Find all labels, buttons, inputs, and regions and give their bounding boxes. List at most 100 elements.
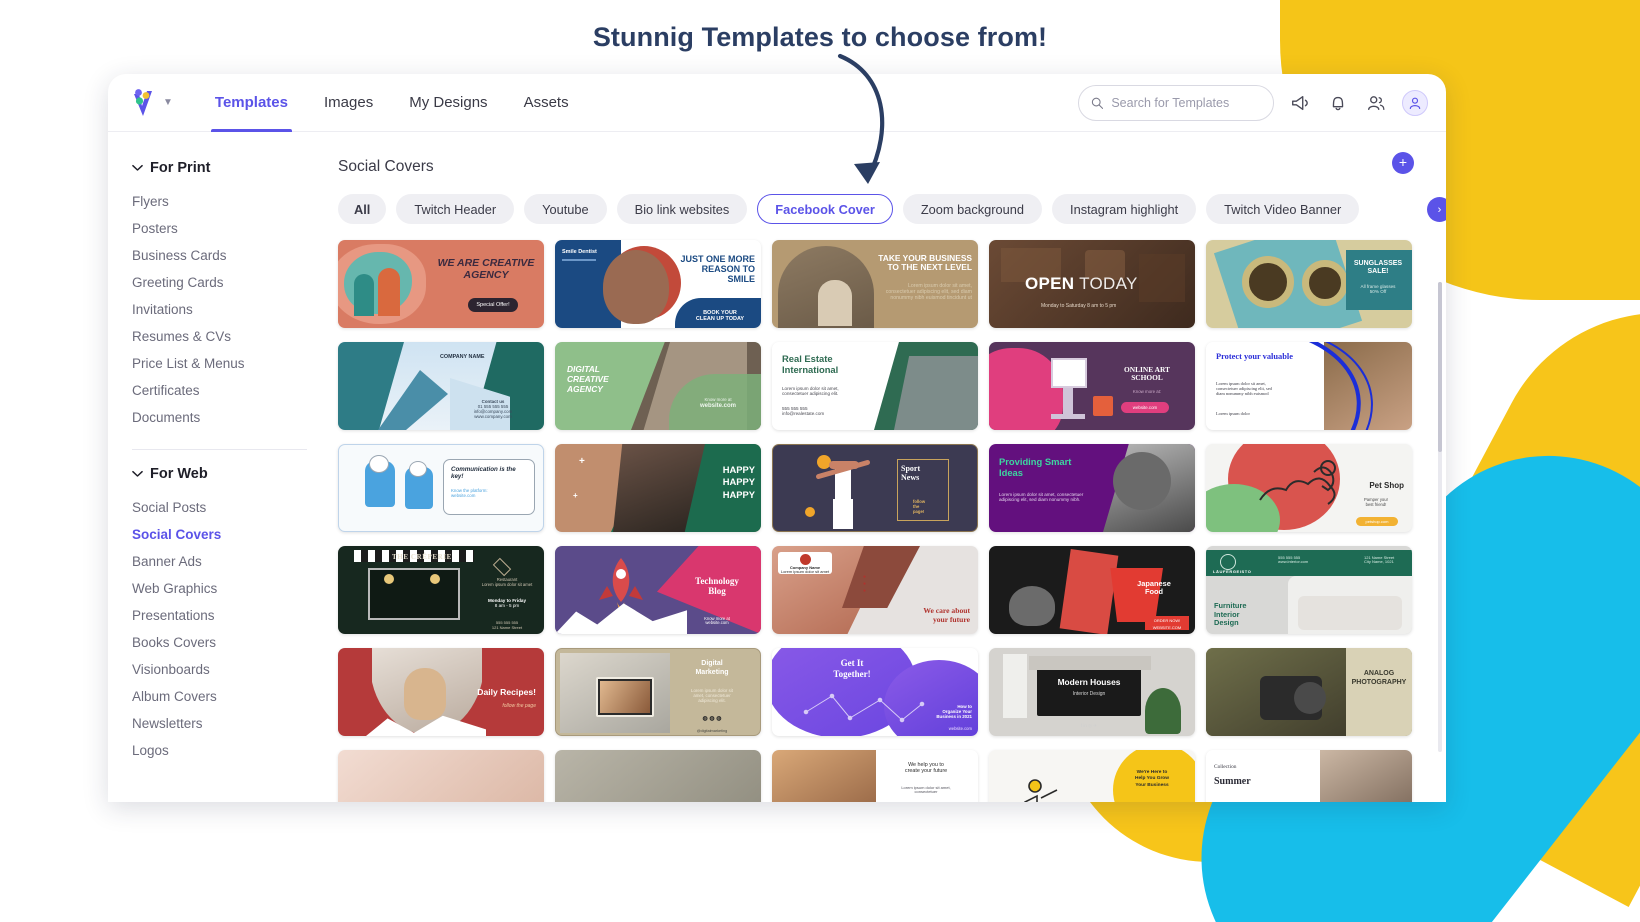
- template-title: Modern Houses: [1057, 677, 1121, 687]
- sidebar: For Print Flyers Posters Business Cards …: [108, 132, 324, 802]
- template-card[interactable]: ONLINE ART SCHOOL Know more at: website.c…: [989, 342, 1195, 430]
- sidebar-group-label: For Print: [150, 160, 211, 176]
- sidebar-item-flyers[interactable]: Flyers: [132, 188, 324, 215]
- template-subtitle: Lorem ipsum dolor sit amet, consectetuer…: [885, 283, 972, 301]
- chevron-down-icon: [132, 470, 143, 477]
- template-card[interactable]: We help you to create your future Lorem i…: [772, 750, 978, 802]
- template-card[interactable]: SUNGLASSES SALE! All frame glasses 50% Off: [1206, 240, 1412, 328]
- app-content: For Print Flyers Posters Business Cards …: [108, 132, 1446, 802]
- add-template-button[interactable]: +: [1392, 152, 1414, 174]
- chevron-down-icon: [132, 164, 143, 171]
- vertical-scrollbar[interactable]: [1438, 282, 1442, 752]
- template-card[interactable]: Protect your valuable Lorem ipsum dolor …: [1206, 342, 1412, 430]
- template-card[interactable]: LÄUFERGEISTO 555 555 555 www.interior.com…: [1206, 546, 1412, 634]
- chip-zoom-background[interactable]: Zoom background: [902, 194, 1043, 224]
- template-card[interactable]: We're Here to Help You Grow Your Business: [989, 750, 1195, 802]
- template-card[interactable]: Collection Summer: [1206, 750, 1412, 802]
- template-grid: WE ARE CREATIVE AGENCY Special Offer! Sm…: [338, 240, 1446, 802]
- sidebar-item-newsletters[interactable]: Newsletters: [132, 710, 324, 737]
- template-card[interactable]: Pet Shop Pamper your best friend! petshop…: [1206, 444, 1412, 532]
- template-card[interactable]: THE CRÊPERIE Restaurant Lorem ipsum dolor…: [338, 546, 544, 634]
- template-card[interactable]: + + HAPPY HAPPY HAPPY: [555, 444, 761, 532]
- sidebar-item-social-covers[interactable]: Social Covers: [132, 521, 324, 548]
- sidebar-item-resumes-cvs[interactable]: Resumes & CVs: [132, 323, 324, 350]
- nav-item-my-designs[interactable]: My Designs: [391, 74, 505, 132]
- nav-item-templates[interactable]: Templates: [197, 74, 306, 132]
- chip-twitch-header[interactable]: Twitch Header: [396, 194, 515, 224]
- topbar-actions: [1078, 84, 1428, 121]
- chevron-down-icon: ▼: [163, 96, 173, 108]
- page-headline: Stunnig Templates to choose from!: [592, 22, 1048, 52]
- template-title: Pet Shop: [1369, 481, 1404, 490]
- logo-icon: [134, 88, 152, 116]
- main-nav-links: Templates Images My Designs Assets: [197, 74, 587, 132]
- sidebar-item-logos[interactable]: Logos: [132, 737, 324, 764]
- curved-arrow-icon: [837, 53, 885, 184]
- sidebar-item-price-list-menus[interactable]: Price List & Menus: [132, 350, 324, 377]
- bell-icon[interactable]: [1326, 91, 1350, 115]
- sidebar-item-books-covers[interactable]: Books Covers: [132, 629, 324, 656]
- search-box[interactable]: [1078, 84, 1274, 121]
- template-subtitle: Interior Design: [1072, 691, 1106, 697]
- template-card[interactable]: Daily Recipes! follow the page: [338, 648, 544, 736]
- search-input[interactable]: [1111, 95, 1261, 110]
- sidebar-item-business-cards[interactable]: Business Cards: [132, 242, 324, 269]
- template-card[interactable]: Communication is the key! Know the platf…: [338, 444, 544, 532]
- sidebar-item-web-graphics[interactable]: Web Graphics: [132, 575, 324, 602]
- template-card[interactable]: Get It Together! How to Organize Your Busin…: [772, 648, 978, 736]
- sidebar-group-for-web[interactable]: For Web: [132, 466, 324, 482]
- template-card[interactable]: Real Estate International Lorem ipsum do…: [772, 342, 978, 430]
- template-card[interactable]: COMPANY NAME Contact us 01 555 555 555 inf…: [338, 342, 544, 430]
- template-card[interactable]: Modern Houses Interior Design f in ◎ ✈: [989, 648, 1195, 736]
- template-title: WE ARE CREATIVE AGENCY: [437, 257, 535, 281]
- chip-twitch-video-banner[interactable]: Twitch Video Banner: [1206, 194, 1360, 224]
- search-icon: [1091, 97, 1104, 109]
- nav-item-assets[interactable]: Assets: [506, 74, 587, 132]
- chip-all[interactable]: All: [338, 194, 387, 224]
- top-navigation-bar: ▼ Templates Images My Designs Assets: [108, 74, 1446, 132]
- template-card[interactable]: Providing Smart Ideas Lorem ipsum dolor …: [989, 444, 1195, 532]
- nav-item-images[interactable]: Images: [306, 74, 391, 132]
- template-title: Providing Smart Ideas: [999, 456, 1072, 479]
- template-card[interactable]: Technology Blog Know more at website.com: [555, 546, 761, 634]
- app-window: ▼ Templates Images My Designs Assets Sea…: [108, 74, 1446, 802]
- user-avatar-icon[interactable]: [1402, 89, 1428, 116]
- template-title: Real Estate International: [782, 353, 839, 375]
- sidebar-item-visionboards[interactable]: Visionboards: [132, 656, 324, 683]
- chip-instagram-highlight[interactable]: Instagram highlight: [1052, 194, 1197, 224]
- template-card[interactable]: WE ARE CREATIVE AGENCY Special Offer!: [338, 240, 544, 328]
- template-card[interactable]: Company Name Lorem ipsum dolor sit amet W…: [772, 546, 978, 634]
- sidebar-item-greeting-cards[interactable]: Greeting Cards: [132, 269, 324, 296]
- sidebar-item-presentations[interactable]: Presentations: [132, 602, 324, 629]
- template-title: COMPANY NAME: [440, 354, 485, 360]
- template-subtitle: Special Offer!: [468, 298, 518, 312]
- template-card[interactable]: [338, 750, 544, 802]
- template-card[interactable]: [555, 750, 761, 802]
- brand-logo[interactable]: ▼: [130, 88, 173, 118]
- sidebar-item-invitations[interactable]: Invitations: [132, 296, 324, 323]
- sidebar-item-banner-ads[interactable]: Banner Ads: [132, 548, 324, 575]
- chips-next-button[interactable]: ›: [1427, 197, 1446, 222]
- megaphone-icon[interactable]: [1288, 91, 1312, 115]
- sidebar-item-posters[interactable]: Posters: [132, 215, 324, 242]
- sidebar-item-album-covers[interactable]: Album Covers: [132, 683, 324, 710]
- template-card[interactable]: DIGITAL CREATIVE AGENCY Know more at websit…: [555, 342, 761, 430]
- template-card[interactable]: Sport News follow the page!: [772, 444, 978, 532]
- template-card[interactable]: Japanese Food ORDER NOW! WEBSITE.COM: [989, 546, 1195, 634]
- template-card[interactable]: ANALOG PHOTOGRAPHY: [1206, 648, 1412, 736]
- people-icon[interactable]: [1364, 91, 1388, 115]
- sidebar-item-social-posts[interactable]: Social Posts: [132, 494, 324, 521]
- sidebar-group-for-print[interactable]: For Print: [132, 160, 324, 176]
- sidebar-item-documents[interactable]: Documents: [132, 404, 324, 431]
- sidebar-item-certificates[interactable]: Certificates: [132, 377, 324, 404]
- template-card[interactable]: OPEN TODAY Monday to Saturday 8 am to 5 …: [989, 240, 1195, 328]
- chip-youtube[interactable]: Youtube: [524, 194, 607, 224]
- chip-bio-link-websites[interactable]: Bio link websites: [616, 194, 748, 224]
- main-panel: Social Covers + All Twitch Header Youtub…: [324, 132, 1446, 802]
- template-card[interactable]: Digital Marketing Lorem ipsum dolor sit am…: [555, 648, 761, 736]
- template-card[interactable]: Smile Dentist JUST ONE MORE REASON TO SMIL…: [555, 240, 761, 328]
- template-card[interactable]: TAKE YOUR BUSINESS TO THE NEXT LEVEL Lore…: [772, 240, 978, 328]
- template-title: Protect your valuable: [1216, 352, 1293, 361]
- template-subtitle: Lorem ipsum dolor sit amet, consectetuer…: [999, 492, 1084, 503]
- sidebar-divider: [132, 449, 307, 450]
